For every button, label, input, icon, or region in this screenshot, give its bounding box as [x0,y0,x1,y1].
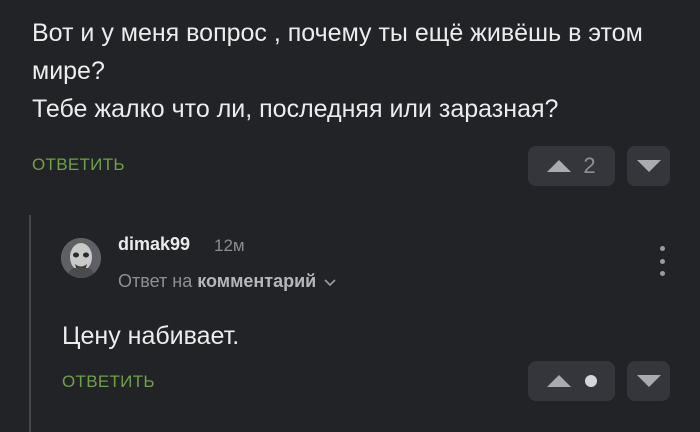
parent-comment-line-2: Тебе жалко что ли, последняя или заразна… [32,95,559,123]
kebab-dot [659,246,665,251]
child-downvote-button[interactable] [627,361,670,401]
parent-vote-count: 2 [583,153,596,178]
avatar-image [61,238,101,278]
triangle-up-icon [547,160,572,172]
triangle-down-icon [636,160,661,172]
parent-comment-line-1: Вот и у меня вопрос , почему ты ещё живё… [32,19,643,85]
kebab-dot [659,271,665,276]
triangle-down-icon [636,375,661,387]
avatar[interactable] [61,238,101,278]
reply-to-link[interactable]: Ответ на комментарий [118,271,338,292]
reply-to-target: комментарий [197,271,317,291]
reply-to-prefix: Ответ на [118,271,193,291]
child-upvote-button[interactable] [528,361,615,401]
kebab-dot [659,258,665,264]
parent-downvote-button[interactable] [627,146,670,186]
parent-reply-button[interactable]: ОТВЕТИТЬ [32,155,125,175]
triangle-up-icon [546,375,571,387]
kebab-menu-icon[interactable] [655,246,669,276]
child-comment-text: Цену набивает. [62,322,240,350]
parent-comment-text: Вот и у меня вопрос , почему ты ещё живё… [32,14,682,128]
vote-dot-icon [584,375,597,387]
comment-time: 12м [214,236,245,255]
comment-username[interactable]: dimak99 [118,234,190,255]
child-reply-button[interactable]: ОТВЕТИТЬ [62,372,155,392]
chevron-down-icon [324,278,336,286]
thread-line[interactable] [29,215,31,432]
parent-upvote-button[interactable]: 2 [528,146,615,186]
